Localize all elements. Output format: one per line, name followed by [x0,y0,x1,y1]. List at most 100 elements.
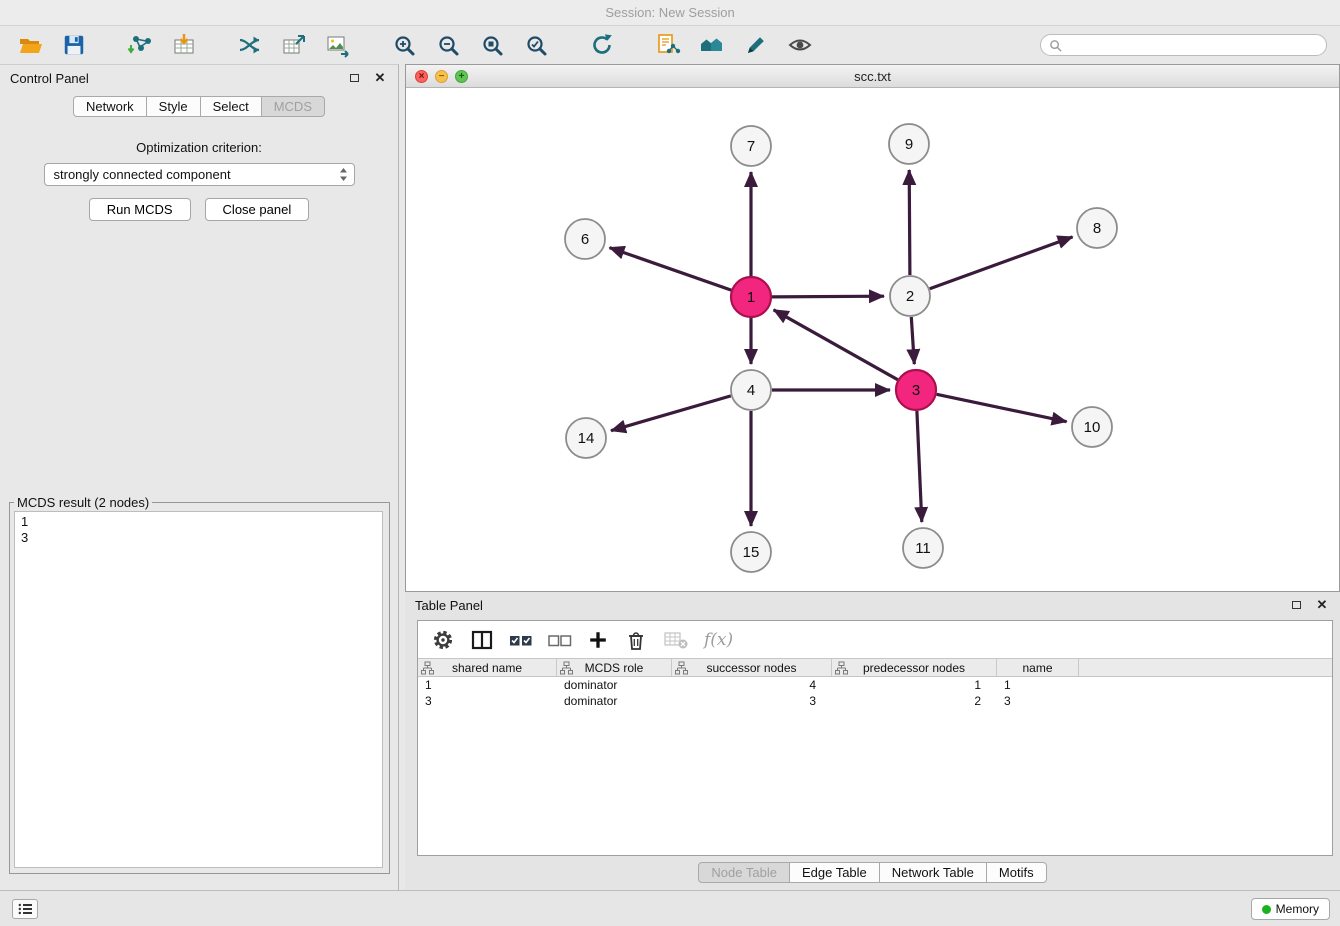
annotation-button[interactable] [734,29,778,61]
float-panel-button[interactable] [346,70,362,86]
column-header-predecessor-nodes[interactable]: predecessor nodes [832,659,997,676]
graph-node-7[interactable]: 7 [731,126,771,166]
graph-edge-1-6[interactable] [610,248,732,291]
deselect-all-button[interactable] [548,627,572,653]
graph-node-9[interactable]: 9 [889,124,929,164]
zoom-fit-icon [480,33,505,58]
float-window-icon [1292,601,1301,609]
select-all-button[interactable] [509,627,533,653]
mcds-result-title: MCDS result (2 nodes) [14,495,152,510]
attribute-icon [835,661,848,675]
search-icon [1049,39,1062,52]
table-toolbar: f(x) [418,621,1332,658]
table-cell: 3 [997,694,1079,708]
search-input[interactable] [1066,38,1318,52]
column-header-mcds-role[interactable]: MCDS role [557,659,672,676]
window-close-button[interactable]: × [415,70,428,83]
table-settings-button[interactable] [431,627,455,653]
table-float-panel-button[interactable] [1288,597,1304,613]
column-header-name[interactable]: name [997,659,1079,676]
graph-edge-1-2[interactable] [772,296,884,297]
column-header-successor-nodes[interactable]: successor nodes [672,659,832,676]
column-header-shared-name[interactable]: shared name [418,659,557,676]
show-columns-button[interactable] [470,627,494,653]
graph-node-10[interactable]: 10 [1072,407,1112,447]
mcds-result-item[interactable]: 1 [21,514,376,530]
delete-table-button[interactable] [663,627,689,653]
close-icon: ✕ [1317,597,1328,613]
tab-network-table[interactable]: Network Table [879,862,987,883]
open-file-button[interactable] [8,29,52,61]
graph-node-6[interactable]: 6 [565,219,605,259]
zoom-fit-button[interactable] [470,29,514,61]
import-network-button[interactable] [118,29,162,61]
show-all-networks-button[interactable] [690,29,734,61]
tab-network[interactable]: Network [73,96,147,117]
tab-motifs[interactable]: Motifs [986,862,1047,883]
search-box[interactable] [1040,34,1327,56]
optimization-dropdown[interactable]: strongly connected component [44,163,355,186]
graph-edge-2-9[interactable] [909,170,910,275]
dropdown-arrows-icon [339,167,348,182]
new-network-button[interactable] [228,29,272,61]
tab-node-table[interactable]: Node Table [698,862,790,883]
toggle-visibility-button[interactable] [778,29,822,61]
trash-icon [624,628,648,652]
mcds-result-item[interactable]: 3 [21,530,376,546]
tab-style[interactable]: Style [146,96,201,117]
import-network-icon [127,32,153,58]
plus-icon [587,629,609,651]
graph-node-3[interactable]: 3 [896,370,936,410]
graph-edge-3-11[interactable] [917,411,922,522]
gear-icon [431,628,455,652]
tab-select[interactable]: Select [200,96,262,117]
table-row[interactable]: 1dominator411 [418,677,1332,693]
function-builder-button[interactable]: f(x) [704,627,733,653]
graph-edge-2-8[interactable] [930,237,1073,289]
export-table-button[interactable] [272,29,316,61]
graph-node-14[interactable]: 14 [566,418,606,458]
graph-node-15[interactable]: 15 [731,532,771,572]
network-canvas[interactable]: 7 9 6 8 1 2 4 3 14 10 15 11 [406,88,1339,591]
tab-mcds[interactable]: MCDS [261,96,325,117]
column-header-filler [1079,659,1332,676]
save-session-button[interactable] [52,29,96,61]
graph-node-4[interactable]: 4 [731,370,771,410]
delete-column-button[interactable] [624,627,648,653]
import-table-button[interactable] [162,29,206,61]
close-panel-button[interactable]: Close panel [205,198,310,221]
graph-node-11[interactable]: 11 [903,528,943,568]
export-image-button[interactable] [316,29,360,61]
table-row[interactable]: 3dominator323 [418,693,1332,709]
graph-node-1[interactable]: 1 [731,277,771,317]
graph-edge-3-10[interactable] [937,394,1067,421]
run-mcds-button[interactable]: Run MCDS [89,198,191,221]
mcds-result-group: MCDS result (2 nodes) 1 3 [9,495,390,874]
graph-node-8[interactable]: 8 [1077,208,1117,248]
memory-button[interactable]: Memory [1251,898,1330,920]
add-column-button[interactable] [587,627,609,653]
network-window-titlebar: scc.txt × − + [406,65,1339,88]
window-zoom-button[interactable]: + [455,70,468,83]
graph-node-2[interactable]: 2 [890,276,930,316]
zoom-out-button[interactable] [426,29,470,61]
network-graph[interactable]: 7 9 6 8 1 2 4 3 14 10 15 11 [406,88,1339,591]
duplicate-network-button[interactable] [646,29,690,61]
tab-edge-table[interactable]: Edge Table [789,862,880,883]
mcds-result-list[interactable]: 1 3 [14,511,383,868]
show-panels-button[interactable] [12,899,38,919]
graph-edge-2-3[interactable] [911,317,914,364]
graph-edge-4-14[interactable] [611,396,731,431]
window-minimize-button[interactable]: − [435,70,448,83]
refresh-view-button[interactable] [580,29,624,61]
table-panel-close-button[interactable]: ✕ [1314,597,1330,613]
svg-text:7: 7 [747,138,755,155]
pencil-icon [743,32,769,58]
control-panel-close-button[interactable]: ✕ [372,70,388,86]
export-image-icon [325,32,351,58]
zoom-in-button[interactable] [382,29,426,61]
graph-edge-3-1[interactable] [774,310,898,380]
table-panel: Table Panel ✕ [405,592,1340,890]
houses-icon [698,32,726,58]
zoom-selected-button[interactable] [514,29,558,61]
